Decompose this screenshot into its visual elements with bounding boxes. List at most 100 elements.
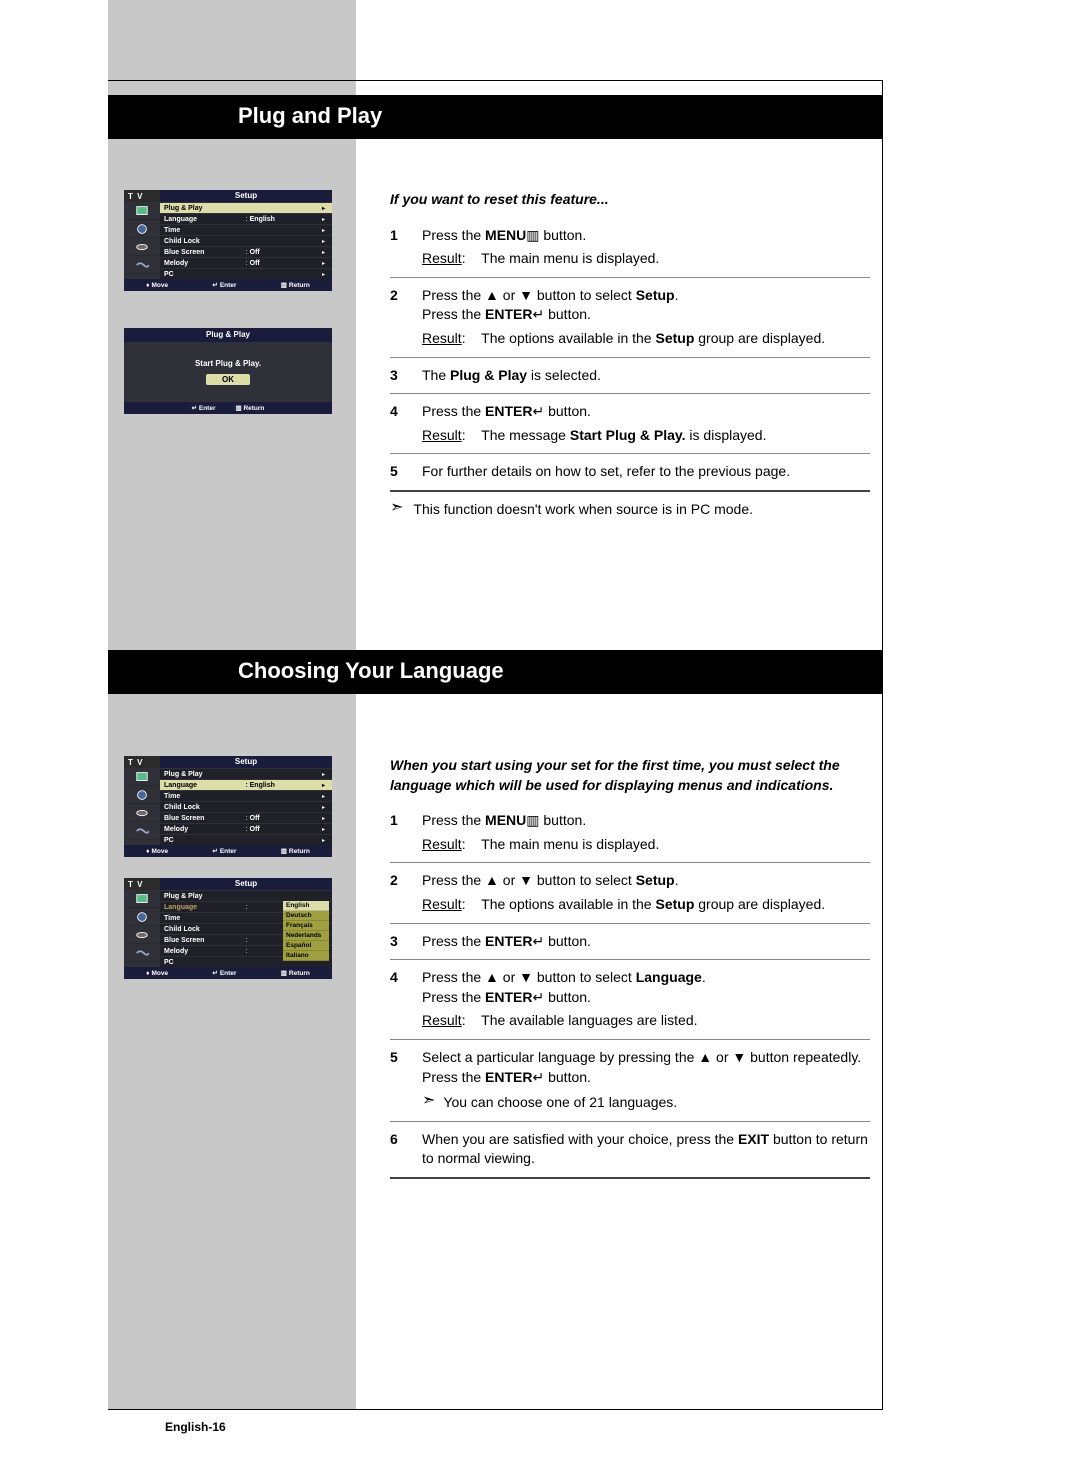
tv-setup-menu-1: T V Setup Plug & Play▸ Language:English▸… [124, 190, 332, 291]
menu-row-plug-play: Plug & Play [160, 890, 332, 901]
enter-icon: ↵ [532, 989, 544, 1005]
section2-intro: When you start using your set for the fi… [390, 756, 870, 795]
menu-icons [124, 890, 160, 967]
return-icon: ▥ [235, 405, 241, 412]
section1-intro: If you want to reset this feature... [390, 190, 870, 210]
sound-icon [124, 786, 160, 804]
channel-icon [124, 238, 160, 256]
tv-label: T V [124, 880, 160, 889]
down-icon: ▼ [519, 969, 533, 985]
enter-icon: ↵ [192, 405, 197, 412]
setup-title: Setup [160, 878, 332, 890]
page-number: English-16 [165, 1420, 226, 1434]
section2-instructions: When you start using your set for the fi… [390, 756, 870, 1187]
setup-title: Setup [160, 190, 332, 202]
step-1: 1 Press the MENU▥ button. Result: The ma… [390, 226, 870, 278]
step-2: 2 Press the ▲ or ▼ button to select Setu… [390, 871, 870, 923]
note-icon: ➣ [422, 1093, 435, 1109]
note-icon: ➣ [390, 500, 403, 516]
up-icon: ▲ [485, 969, 499, 985]
enter-icon: ↵ [532, 933, 544, 949]
section1-instructions: If you want to reset this feature... 1 P… [390, 190, 870, 520]
menu-row-time: Time▸ [160, 790, 332, 801]
step-2: 2 Press the ▲ or ▼ button to select Setu… [390, 286, 870, 358]
move-icon: ♦ [146, 282, 149, 289]
picture-icon [124, 890, 160, 908]
menu-row-melody: Melody:Off▸ [160, 823, 332, 834]
step-6: 6 When you are satisfied with your choic… [390, 1130, 870, 1179]
menu-row-pc: PC▸ [160, 834, 332, 845]
lang-option: Deutsch [283, 911, 329, 921]
enter-icon: ↵ [532, 1069, 544, 1085]
enter-icon: ↵ [212, 847, 217, 855]
setup-icon [124, 944, 160, 962]
language-dropdown: English Deutsch Français Nederlands Espa… [283, 901, 329, 961]
sound-icon [124, 908, 160, 926]
ok-button: OK [206, 374, 250, 385]
channel-icon [124, 926, 160, 944]
menu-footer: ♦ Move ↵ Enter ▥ Return [124, 967, 332, 979]
tv-setup-menu-2: T V Setup Plug & Play▸ Language:English▸… [124, 756, 332, 857]
step-1: 1 Press the MENU▥ button. Result: The ma… [390, 811, 870, 863]
enter-icon: ↵ [532, 403, 544, 419]
step-3: 3 The Plug & Play is selected. [390, 366, 870, 395]
enter-icon: ↵ [212, 281, 217, 289]
note: ➣ This function doesn't work when source… [390, 500, 870, 520]
menu-row-melody: Melody:Off▸ [160, 257, 332, 268]
menu-icons [124, 768, 160, 845]
tv-label: T V [124, 192, 160, 201]
up-icon: ▲ [485, 872, 499, 888]
menu-icons [124, 202, 160, 279]
lang-option: Español [283, 941, 329, 951]
menu-row-childlock: Child Lock▸ [160, 801, 332, 812]
lang-option: English [283, 901, 329, 911]
plug-play-dialog: Plug & Play Start Plug & Play. OK ↵ Ente… [124, 328, 332, 414]
menu-row-bluescreen: Blue Screen:Off▸ [160, 246, 332, 257]
dialog-footer: ↵ Enter ▥ Return [124, 402, 332, 414]
lang-option: Français [283, 921, 329, 931]
menu-footer: ♦ Move ↵ Enter ▥ Return [124, 845, 332, 857]
dialog-title: Plug & Play [124, 328, 332, 342]
step-4: 4 Press the ENTER↵ button. Result: The m… [390, 402, 870, 454]
setup-icon [124, 822, 160, 840]
heading-plug-and-play: Plug and Play [108, 95, 883, 139]
tv-label: T V [124, 758, 160, 767]
return-icon: ▥ [281, 969, 287, 977]
picture-icon [124, 202, 160, 220]
lang-option: Italiano [283, 951, 329, 961]
menu-icon: ▥ [526, 227, 539, 243]
setup-title: Setup [160, 756, 332, 768]
menu-row-time: Time▸ [160, 224, 332, 235]
move-icon: ♦ [146, 970, 149, 977]
setup-icon [124, 256, 160, 274]
up-icon: ▲ [698, 1049, 712, 1065]
sound-icon [124, 220, 160, 238]
up-icon: ▲ [485, 287, 499, 303]
enter-icon: ↵ [212, 969, 217, 977]
menu-row-pc: PC▸ [160, 268, 332, 279]
menu-row-plug-play: Plug & Play▸ [160, 768, 332, 779]
heading-choosing-language: Choosing Your Language [108, 650, 883, 694]
step-5: 5 For further details on how to set, ref… [390, 462, 870, 492]
menu-row-language: Language:English▸ [160, 779, 332, 790]
tv-setup-menu-3: T V Setup Plug & Play Language: Time Chi… [124, 878, 332, 979]
menu-row-bluescreen: Blue Screen:Off▸ [160, 812, 332, 823]
lang-option: Nederlands [283, 931, 329, 941]
channel-icon [124, 804, 160, 822]
down-icon: ▼ [519, 872, 533, 888]
enter-icon: ↵ [532, 306, 544, 322]
down-icon: ▼ [732, 1049, 746, 1065]
menu-footer: ♦ Move ↵ Enter ▥ Return [124, 279, 332, 291]
step-5: 5 Select a particular language by pressi… [390, 1048, 870, 1122]
down-icon: ▼ [519, 287, 533, 303]
dialog-message: Start Plug & Play. [195, 359, 261, 368]
return-icon: ▥ [281, 281, 287, 289]
menu-row-language: Language:English▸ [160, 213, 332, 224]
step-4: 4 Press the ▲ or ▼ button to select Lang… [390, 968, 870, 1040]
return-icon: ▥ [281, 847, 287, 855]
menu-row-plug-play: Plug & Play▸ [160, 202, 332, 213]
move-icon: ♦ [146, 848, 149, 855]
picture-icon [124, 768, 160, 786]
page: Plug and Play Choosing Your Language T V… [0, 0, 1080, 1482]
menu-icon: ▥ [526, 812, 539, 828]
